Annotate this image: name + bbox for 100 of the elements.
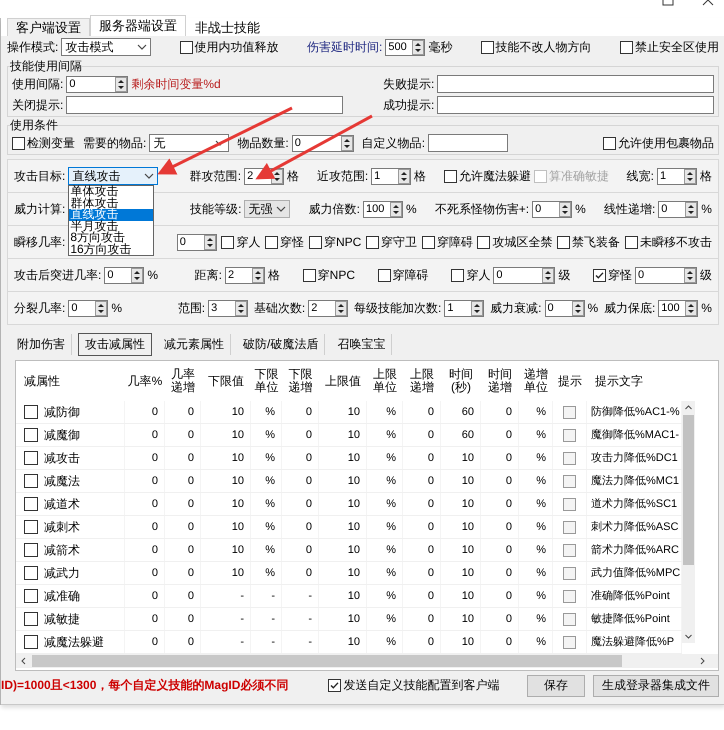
- action-button[interactable]: 生成登录器集成文件: [593, 674, 719, 697]
- checkbox[interactable]: [24, 451, 38, 466]
- checkbox[interactable]: [480, 40, 494, 54]
- checkbox[interactable]: [302, 268, 316, 282]
- number-field[interactable]: 0: [104, 266, 144, 284]
- tab[interactable]: 破防/破魔法盾: [237, 334, 326, 356]
- number-field[interactable]: 0: [68, 300, 108, 317]
- spin-buttons-icon[interactable]: [131, 268, 144, 283]
- checkbox[interactable]: [308, 236, 322, 249]
- checkbox[interactable]: [12, 136, 25, 150]
- checkbox[interactable]: [563, 474, 576, 488]
- dropdown-option[interactable]: 8方向攻击: [69, 232, 154, 244]
- spin-buttons-icon[interactable]: [398, 168, 410, 184]
- number-field[interactable]: 0: [532, 200, 572, 218]
- checkbox[interactable]: [24, 612, 38, 626]
- number-field[interactable]: 1: [444, 300, 484, 317]
- checkbox[interactable]: [24, 520, 38, 534]
- number-field[interactable]: 2: [225, 266, 265, 284]
- checkbox[interactable]: [24, 543, 38, 558]
- number-field[interactable]: 0: [66, 76, 128, 93]
- tab[interactable]: 攻击减属性: [78, 333, 152, 356]
- spin-buttons-icon[interactable]: [335, 300, 348, 316]
- number-field[interactable]: 0: [292, 134, 354, 152]
- checkbox[interactable]: [563, 428, 576, 442]
- checkbox[interactable]: [24, 635, 38, 650]
- dropdown-option[interactable]: 直线攻击: [69, 209, 154, 221]
- spin-buttons-icon[interactable]: [684, 268, 696, 283]
- horizontal-scrollbar[interactable]: [16, 654, 718, 668]
- checkbox[interactable]: [328, 679, 342, 692]
- number-field[interactable]: 3: [208, 300, 248, 317]
- spin-buttons-icon[interactable]: [542, 268, 554, 283]
- checkbox[interactable]: [620, 40, 633, 54]
- spin-buttons-icon[interactable]: [559, 202, 572, 217]
- spin-buttons-icon[interactable]: [252, 268, 264, 283]
- spin-buttons-icon[interactable]: [685, 202, 698, 217]
- checkbox[interactable]: [180, 40, 193, 54]
- dropdown[interactable]: 攻击模式: [61, 38, 152, 56]
- number-field[interactable]: 500: [385, 38, 426, 56]
- input-field[interactable]: [437, 96, 714, 114]
- checkbox[interactable]: [563, 406, 576, 419]
- checkbox[interactable]: [592, 268, 606, 282]
- checkbox[interactable]: [563, 590, 576, 603]
- spin-buttons-icon[interactable]: [340, 136, 353, 151]
- number-field[interactable]: 0: [176, 234, 217, 251]
- checkbox[interactable]: [563, 520, 576, 534]
- checkbox[interactable]: [563, 566, 576, 580]
- checkbox[interactable]: [563, 498, 576, 511]
- input-field[interactable]: [428, 134, 508, 152]
- checkbox[interactable]: [624, 236, 638, 249]
- dropdown[interactable]: 无: [149, 134, 230, 152]
- tab[interactable]: 客户端设置: [7, 18, 90, 36]
- dropdown-option[interactable]: 半月攻击: [69, 220, 154, 232]
- checkbox[interactable]: [265, 236, 278, 249]
- number-field[interactable]: 2: [308, 300, 348, 317]
- input-field[interactable]: [437, 75, 714, 94]
- spin-buttons-icon[interactable]: [235, 300, 248, 316]
- number-field[interactable]: 1: [371, 168, 412, 185]
- spin-buttons-icon[interactable]: [572, 300, 584, 316]
- checkbox[interactable]: [366, 236, 380, 249]
- spin-buttons-icon[interactable]: [684, 168, 696, 184]
- dropdown-option[interactable]: 群体攻击: [69, 198, 154, 210]
- checkbox[interactable]: [221, 236, 234, 249]
- spin-buttons-icon[interactable]: [390, 202, 402, 217]
- spin-buttons-icon[interactable]: [685, 300, 698, 316]
- vertical-scrollbar[interactable]: [682, 401, 695, 644]
- checkbox[interactable]: [24, 497, 38, 512]
- number-field[interactable]: 100: [658, 300, 698, 317]
- checkbox[interactable]: [563, 452, 576, 465]
- dropdown-option[interactable]: 单体攻击: [69, 186, 154, 198]
- checkbox[interactable]: [451, 268, 464, 282]
- number-field[interactable]: 100: [362, 200, 403, 218]
- checkbox[interactable]: [563, 636, 576, 649]
- checkbox[interactable]: [444, 170, 457, 183]
- tab[interactable]: 附加伤害: [11, 334, 72, 356]
- checkbox[interactable]: [378, 268, 391, 282]
- checkbox[interactable]: [603, 136, 616, 150]
- checkbox[interactable]: [24, 428, 38, 442]
- number-field[interactable]: 0: [658, 200, 698, 218]
- number-field[interactable]: 1: [656, 168, 697, 185]
- checkbox[interactable]: [563, 612, 576, 626]
- checkbox[interactable]: [557, 236, 570, 249]
- input-field[interactable]: [66, 96, 343, 114]
- checkbox[interactable]: [24, 405, 38, 420]
- checkbox[interactable]: [422, 236, 435, 249]
- number-field[interactable]: 0: [634, 266, 697, 284]
- tab[interactable]: 减元素属性: [158, 334, 231, 356]
- spin-buttons-icon[interactable]: [204, 234, 216, 250]
- checkbox[interactable]: [477, 236, 490, 249]
- checkbox[interactable]: [24, 474, 38, 488]
- checkbox[interactable]: [24, 589, 38, 604]
- tab[interactable]: 服务器端设置: [90, 15, 186, 36]
- tab[interactable]: 召唤宝宝: [331, 334, 392, 356]
- spin-buttons-icon[interactable]: [412, 40, 424, 55]
- checkbox[interactable]: [563, 544, 576, 557]
- spin-buttons-icon[interactable]: [115, 76, 128, 92]
- spin-buttons-icon[interactable]: [95, 300, 108, 316]
- spin-buttons-icon[interactable]: [471, 300, 484, 316]
- dropdown-option[interactable]: 16方向攻击: [69, 244, 154, 256]
- number-field[interactable]: 0: [544, 300, 584, 317]
- save-button[interactable]: 保存: [527, 674, 585, 697]
